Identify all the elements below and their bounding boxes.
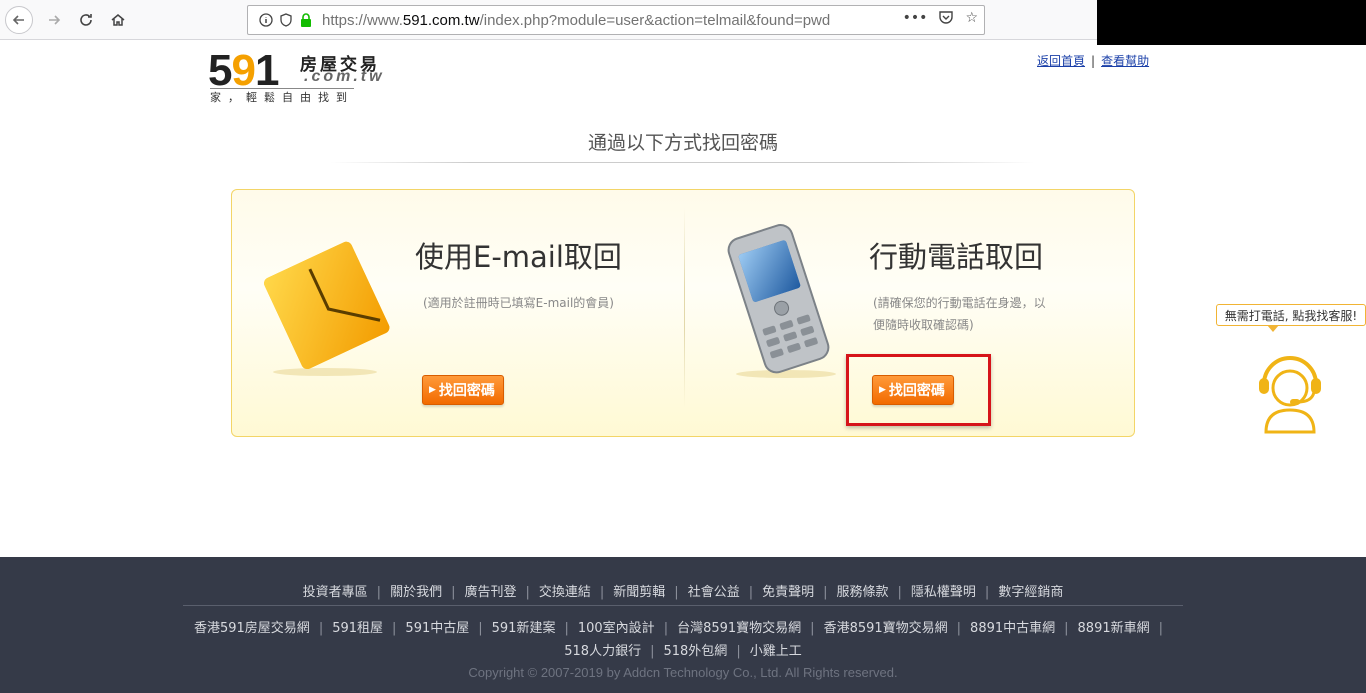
- footer-separator: |: [451, 585, 456, 600]
- footer-link[interactable]: 香港591房屋交易網: [194, 621, 310, 636]
- footer-separator: |: [984, 585, 990, 600]
- site-footer: 投資者專區 | 關於我們 | 廣告刊登 | 交換連結 | 新聞剪輯 | 社會公益 | 免責聲明 | 服務條款…: [0, 557, 1366, 693]
- footer-link[interactable]: 交換連結: [539, 585, 591, 600]
- footer-link[interactable]: 8891新車網: [1078, 621, 1150, 636]
- footer-separator: |: [525, 585, 530, 600]
- footer-separator: |: [650, 644, 655, 659]
- copyright-text: Copyright © 2007-2019 by Addcn Technolog…: [468, 665, 898, 680]
- footer-separator: |: [392, 621, 397, 636]
- mobile-phone-icon: [716, 220, 846, 380]
- footer-link[interactable]: 8891中古車網: [970, 621, 1055, 636]
- email-recover-button-label: 找回密碼: [438, 383, 495, 399]
- site-logo[interactable]: 591 房屋交易 .com.tw 家，輕鬆自由找到: [208, 46, 408, 105]
- footer-separator: |: [674, 585, 679, 600]
- footer-link[interactable]: 小雞上工: [750, 644, 802, 659]
- footer-link[interactable]: 隱私權聲明: [911, 585, 976, 600]
- footer-separator: |: [736, 644, 741, 659]
- logo-domain: .com.tw: [304, 68, 385, 85]
- tracking-shield-icon[interactable]: [276, 10, 296, 30]
- email-option-title: 使用E-mail取回: [415, 240, 622, 274]
- url-text[interactable]: https://www.591.com.tw/index.php?module=…: [322, 12, 830, 29]
- pocket-icon[interactable]: [939, 10, 954, 28]
- bookmark-star-icon[interactable]: ☆: [965, 10, 978, 28]
- phone-option-desc-line2: 便隨時收取確認碼): [873, 318, 974, 332]
- customer-service-agent-icon[interactable]: [1254, 350, 1326, 436]
- footer-link[interactable]: 新聞剪輯: [613, 585, 665, 600]
- footer-link[interactable]: 服務條款: [837, 585, 889, 600]
- footer-separator: |: [478, 621, 483, 636]
- recovery-options-panel: 使用E-mail取回 (適用於註冊時已填寫E-mail的會員) ▶ 找回密碼 行…: [231, 189, 1135, 437]
- footer-separator: |: [823, 585, 828, 600]
- highlight-box: [846, 354, 991, 426]
- forward-arrow-icon[interactable]: [40, 6, 68, 34]
- top-links: 返回首頁 | 查看幫助: [1037, 54, 1150, 68]
- footer-separator: |: [318, 621, 324, 636]
- home-icon[interactable]: [104, 6, 132, 34]
- footer-link[interactable]: 518外包網: [663, 644, 727, 659]
- footer-separator: |: [897, 585, 902, 600]
- help-link[interactable]: 查看幫助: [1101, 54, 1149, 68]
- title-divider: [330, 162, 1034, 163]
- home-link[interactable]: 返回首頁: [1037, 54, 1085, 68]
- reload-icon[interactable]: [72, 6, 100, 34]
- footer-link[interactable]: 591新建案: [492, 621, 556, 636]
- footer-separator: |: [599, 585, 605, 600]
- page-actions-icon[interactable]: •••: [903, 10, 928, 28]
- option-divider: [684, 208, 685, 408]
- customer-service-bubble[interactable]: 無需打電話, 點我找客服!: [1216, 304, 1366, 332]
- envelope-icon: [260, 226, 390, 376]
- play-arrow-icon: ▶: [429, 385, 436, 395]
- footer-separator: |: [663, 621, 669, 636]
- page-title: 通過以下方式找回密碼: [587, 132, 778, 154]
- footer-divider: [183, 605, 1183, 606]
- footer-link[interactable]: 數字經銷商: [998, 585, 1063, 600]
- footer-link[interactable]: 518人力銀行: [564, 644, 641, 659]
- email-option-desc: (適用於註冊時已填寫E-mail的會員): [423, 296, 614, 310]
- footer-separator: |: [1064, 621, 1069, 636]
- redacted-area: [1097, 0, 1366, 45]
- phone-option-title: 行動電話取回: [869, 240, 1044, 274]
- logo-slogan: 家，輕鬆自由找到: [210, 88, 354, 105]
- footer-link[interactable]: 社會公益: [688, 585, 740, 600]
- lock-icon: [296, 10, 316, 30]
- footer-link[interactable]: 591租屋: [332, 621, 383, 636]
- footer-separator: |: [956, 621, 962, 636]
- footer-link[interactable]: 投資者專區: [303, 585, 368, 600]
- footer-link[interactable]: 廣告刊登: [464, 585, 516, 600]
- footer-link[interactable]: 台灣8591寶物交易網: [677, 621, 801, 636]
- phone-option-desc: (請確保您的行動電話在身邊，以 便隨時收取確認碼): [873, 292, 1046, 336]
- phone-option-desc-line1: (請確保您的行動電話在身邊，以: [873, 296, 1046, 310]
- footer-link[interactable]: 關於我們: [390, 585, 442, 600]
- footer-separator: |: [748, 585, 754, 600]
- info-icon[interactable]: [256, 10, 276, 30]
- footer-links-row2: 香港591房屋交易網 | 591租屋 | 591中古屋 | 591新建案 | 100室內設計 | 台…: [183, 617, 1183, 663]
- footer-link[interactable]: 591中古屋: [405, 621, 469, 636]
- footer-separator: |: [564, 621, 569, 636]
- footer-separator: |: [810, 621, 815, 636]
- footer-link[interactable]: 香港8591寶物交易網: [824, 621, 948, 636]
- footer-link[interactable]: 100室內設計: [578, 621, 655, 636]
- email-recover-button[interactable]: ▶ 找回密碼: [422, 375, 504, 405]
- back-arrow-icon[interactable]: [5, 6, 33, 34]
- address-bar[interactable]: https://www.591.com.tw/index.php?module=…: [247, 5, 985, 35]
- footer-links-row1: 投資者專區 | 關於我們 | 廣告刊登 | 交換連結 | 新聞剪輯 | 社會公益 | 免責聲明 | 服務條款…: [0, 581, 1366, 600]
- footer-separator: |: [1158, 621, 1164, 636]
- footer-separator: |: [376, 585, 382, 600]
- footer-link[interactable]: 免責聲明: [762, 585, 814, 600]
